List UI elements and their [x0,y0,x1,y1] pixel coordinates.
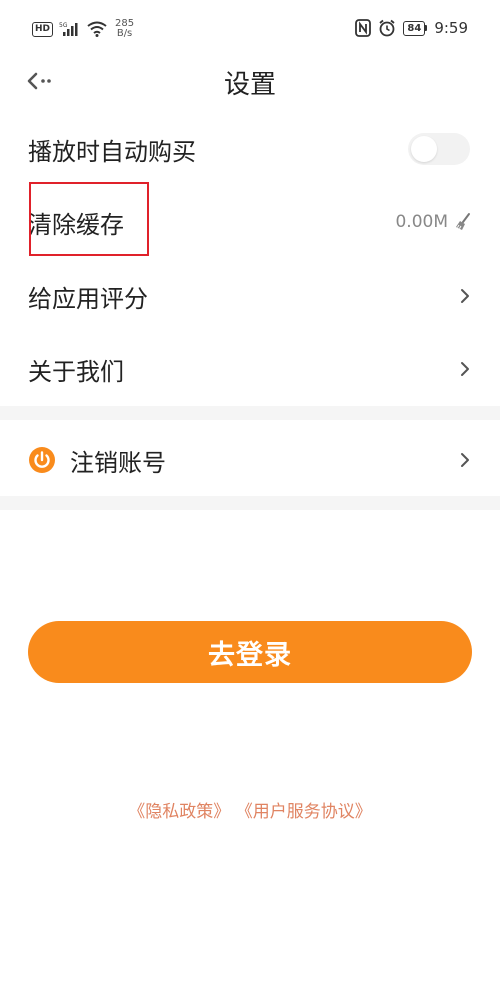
status-left: HD 5G 285 B/s [32,18,134,40]
power-icon [28,446,56,474]
status-right: 84 9:59 [355,16,468,40]
status-time: 9:59 [434,19,468,37]
policy-links: 《隐私政策》 《用户服务协议》 [0,797,500,822]
user-agreement-link[interactable]: 《用户服务协议》 [236,802,372,822]
about-row[interactable]: 关于我们 [0,339,500,399]
rate-app-row[interactable]: 给应用评分 [0,266,500,326]
header: 设置 [0,56,500,106]
battery-icon: 84 [403,20,428,36]
alarm-icon [379,19,395,37]
auto-buy-toggle[interactable] [408,133,470,165]
privacy-policy-link[interactable]: 《隐私政策》 [128,802,230,822]
about-label: 关于我们 [28,357,124,386]
section-separator [0,496,500,510]
cellular-signal-icon: 5G [59,22,78,36]
auto-buy-label: 播放时自动购买 [28,137,196,166]
login-button[interactable]: 去登录 [28,621,472,683]
logout-row[interactable]: 注销账号 [0,430,500,490]
network-speed-unit: B/s [116,28,133,39]
auto-buy-row: 播放时自动购买 [0,119,500,179]
wifi-icon [87,21,107,37]
highlight-box [29,182,149,256]
logout-label: 注销账号 [70,448,166,477]
nfc-icon [355,19,372,37]
page-title: 设置 [223,70,276,100]
chevron-right-icon [458,359,472,379]
chevron-right-icon [458,450,472,470]
status-bar: HD 5G 285 B/s 84 9:59 [0,0,500,56]
battery-level: 84 [403,20,426,36]
section-separator [0,406,500,420]
chevron-right-icon [458,286,472,306]
toggle-knob [411,136,437,162]
svg-text:5G: 5G [59,22,68,29]
cache-size: 0.00M [395,212,448,232]
network-speed: 285 B/s [115,19,134,39]
rate-app-label: 给应用评分 [28,284,148,313]
broom-icon [456,213,470,230]
battery-tip [425,25,428,31]
hd-badge: HD [32,21,54,37]
